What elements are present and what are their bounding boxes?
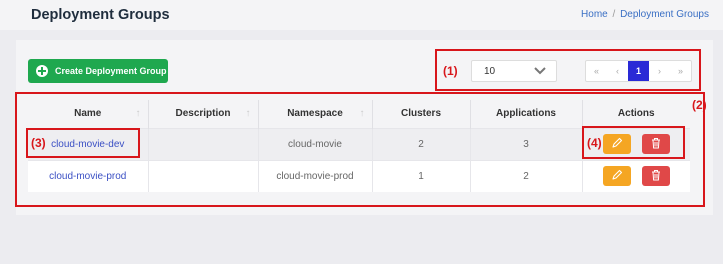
page-1-button[interactable]: 1 (628, 61, 649, 81)
page-title: Deployment Groups (31, 7, 170, 23)
column-header-actions: Actions (582, 100, 690, 128)
row-description (148, 127, 259, 160)
pencil-icon (611, 169, 623, 184)
annotation-label-3: (3) (31, 136, 46, 150)
create-button-label: Create Deployment Group (55, 66, 167, 76)
row-applications: 2 (470, 159, 583, 192)
pagination: « ‹ 1 › » (585, 60, 692, 82)
delete-button[interactable] (641, 166, 670, 187)
row-name-link[interactable]: cloud-movie-prod (28, 159, 149, 192)
first-page-button[interactable]: « (586, 61, 607, 81)
row-clusters: 1 (372, 159, 471, 192)
sort-icon[interactable]: ↑ (136, 108, 141, 119)
column-header-namespace[interactable]: Namespace ↑ (258, 100, 373, 128)
annotation-label-1: (1) (443, 64, 458, 78)
row-clusters: 2 (372, 127, 471, 160)
breadcrumb-current: Deployment Groups (620, 9, 709, 20)
plus-circle-icon (36, 65, 48, 77)
annotation-label-2: (2) (692, 98, 707, 112)
column-header-applications: Applications (470, 100, 583, 128)
next-page-button[interactable]: › (649, 61, 670, 81)
sort-icon[interactable]: ↑ (246, 108, 251, 119)
column-header-description[interactable]: Description ↑ (148, 100, 259, 128)
page-size-select[interactable]: 10 (471, 60, 557, 82)
row-description (148, 159, 259, 192)
chevron-down-icon (534, 67, 546, 75)
row-namespace: cloud-movie-prod (258, 159, 373, 192)
prev-page-button[interactable]: ‹ (607, 61, 628, 81)
table-header-row: Name ↑ Description ↑ Namespace ↑ Cluster… (28, 100, 690, 128)
column-header-name[interactable]: Name ↑ (28, 100, 149, 128)
breadcrumb: Home / Deployment Groups (581, 9, 709, 20)
breadcrumb-home-link[interactable]: Home (581, 9, 608, 20)
table-row: cloud-movie-prod cloud-movie-prod 1 2 (28, 159, 690, 192)
top-bar: Deployment Groups Home / Deployment Grou… (0, 0, 723, 30)
column-header-clusters: Clusters (372, 100, 471, 128)
breadcrumb-separator: / (612, 9, 616, 20)
trash-icon (651, 169, 661, 184)
row-actions (582, 159, 690, 192)
annotation-label-4: (4) (587, 136, 602, 150)
last-page-button[interactable]: » (670, 61, 691, 81)
edit-button[interactable] (602, 166, 631, 187)
sort-icon[interactable]: ↑ (360, 108, 365, 119)
row-namespace: cloud-movie (258, 127, 373, 160)
page-size-value: 10 (484, 65, 496, 77)
row-applications: 3 (470, 127, 583, 160)
create-deployment-group-button[interactable]: Create Deployment Group (28, 59, 168, 83)
